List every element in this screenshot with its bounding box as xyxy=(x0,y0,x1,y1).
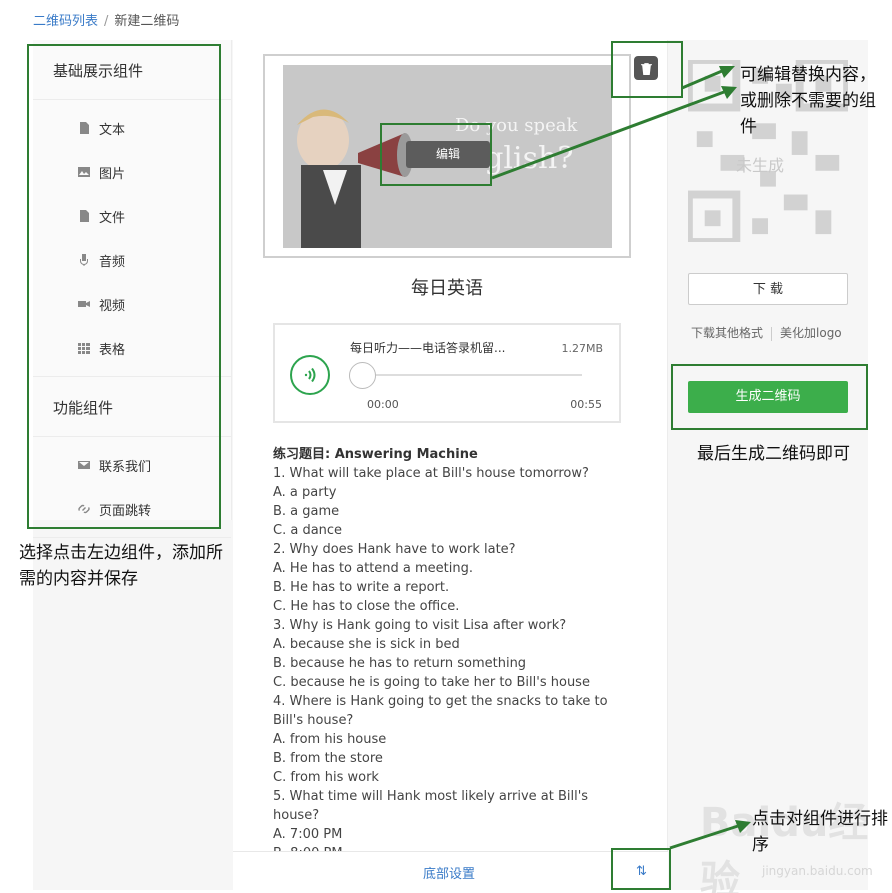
question-line: C. a dance xyxy=(273,523,343,538)
question-line: C. because he is going to take her to Bi… xyxy=(273,675,590,690)
qr-not-generated-label: 未生成 xyxy=(736,156,785,175)
breadcrumb-current: 新建二维码 xyxy=(114,14,180,29)
question-line: 1. What will take place at Bill's house … xyxy=(273,466,589,481)
breadcrumb-separator: / xyxy=(104,14,109,29)
question-line: B. a game xyxy=(273,504,340,519)
audio-current-time: 00:00 xyxy=(367,398,399,411)
breadcrumb-qr-list-link[interactable]: 二维码列表 xyxy=(33,14,98,29)
question-line: 2. Why does Hank have to work late? xyxy=(273,542,516,557)
question-line: A. He has to attend a meeting. xyxy=(273,561,474,576)
questions-title: Answering Machine xyxy=(334,447,478,462)
annotation-box-generate xyxy=(671,364,868,430)
annotation-box-sidebar xyxy=(27,44,221,529)
divider xyxy=(771,326,773,341)
audio-total-time: 00:55 xyxy=(570,398,602,411)
annotation-select-component: 选择点击左边组件，添加所需的内容并保存 xyxy=(19,543,223,589)
watermark-url: jingyan.baidu.com xyxy=(762,864,873,878)
beautify-logo-link[interactable]: 美化加logo xyxy=(780,326,842,340)
audio-progress-knob[interactable] xyxy=(349,362,376,389)
question-line: B. because he has to return something xyxy=(273,656,527,671)
audio-play-icon[interactable] xyxy=(290,355,330,395)
annotation-sort: 点击对组件进行排序 xyxy=(752,809,888,855)
question-line: 5. What time will Hank most likely arriv… xyxy=(273,789,589,823)
annotation-box-edit xyxy=(380,123,492,186)
audio-file-size: 1.27MB xyxy=(561,342,603,355)
question-line: B. He has to write a report. xyxy=(273,580,450,595)
question-line: A. from his house xyxy=(273,732,387,747)
bottom-settings-link[interactable]: 底部设置 xyxy=(233,863,665,882)
download-button[interactable]: 下 载 xyxy=(688,273,848,305)
audio-title: 每日听力——电话答录机留... xyxy=(350,341,506,355)
audio-progress-track[interactable] xyxy=(350,374,582,376)
question-line: 3. Why is Hank going to visit Lisa after… xyxy=(273,618,567,633)
question-line: A. a party xyxy=(273,485,337,500)
question-line: C. He has to close the office. xyxy=(273,599,460,614)
questions-label: 练习题目: xyxy=(273,447,331,462)
question-line: B. from the store xyxy=(273,751,383,766)
audio-component[interactable]: 每日听力——电话答录机留... 1.27MB 00:00 00:55 xyxy=(273,323,621,423)
page-title[interactable]: 每日英语 xyxy=(233,274,661,300)
question-line: A. 7:00 PM xyxy=(273,827,343,842)
annotation-box-sort xyxy=(611,848,671,890)
question-line: 4. Where is Hank going to get the snacks… xyxy=(273,694,608,728)
question-line: C. from his work xyxy=(273,770,379,785)
question-line: A. because she is sick in bed xyxy=(273,637,460,652)
annotation-generate: 最后生成二维码即可 xyxy=(697,444,850,464)
text-component[interactable]: 练习题目: Answering Machine 1. What will tak… xyxy=(273,445,633,863)
breadcrumb: 二维码列表 / 新建二维码 xyxy=(33,10,179,29)
download-options: 下载其他格式 美化加logo xyxy=(691,324,842,341)
download-other-formats-link[interactable]: 下载其他格式 xyxy=(691,326,763,340)
annotation-box-trash xyxy=(611,41,683,98)
bottom-bar: 底部设置 ⇅ xyxy=(233,851,668,890)
questions-heading: 练习题目: Answering Machine xyxy=(273,445,633,464)
annotation-edit-or-delete: 可编辑替换内容，或删除不需要的组件 xyxy=(740,65,876,137)
